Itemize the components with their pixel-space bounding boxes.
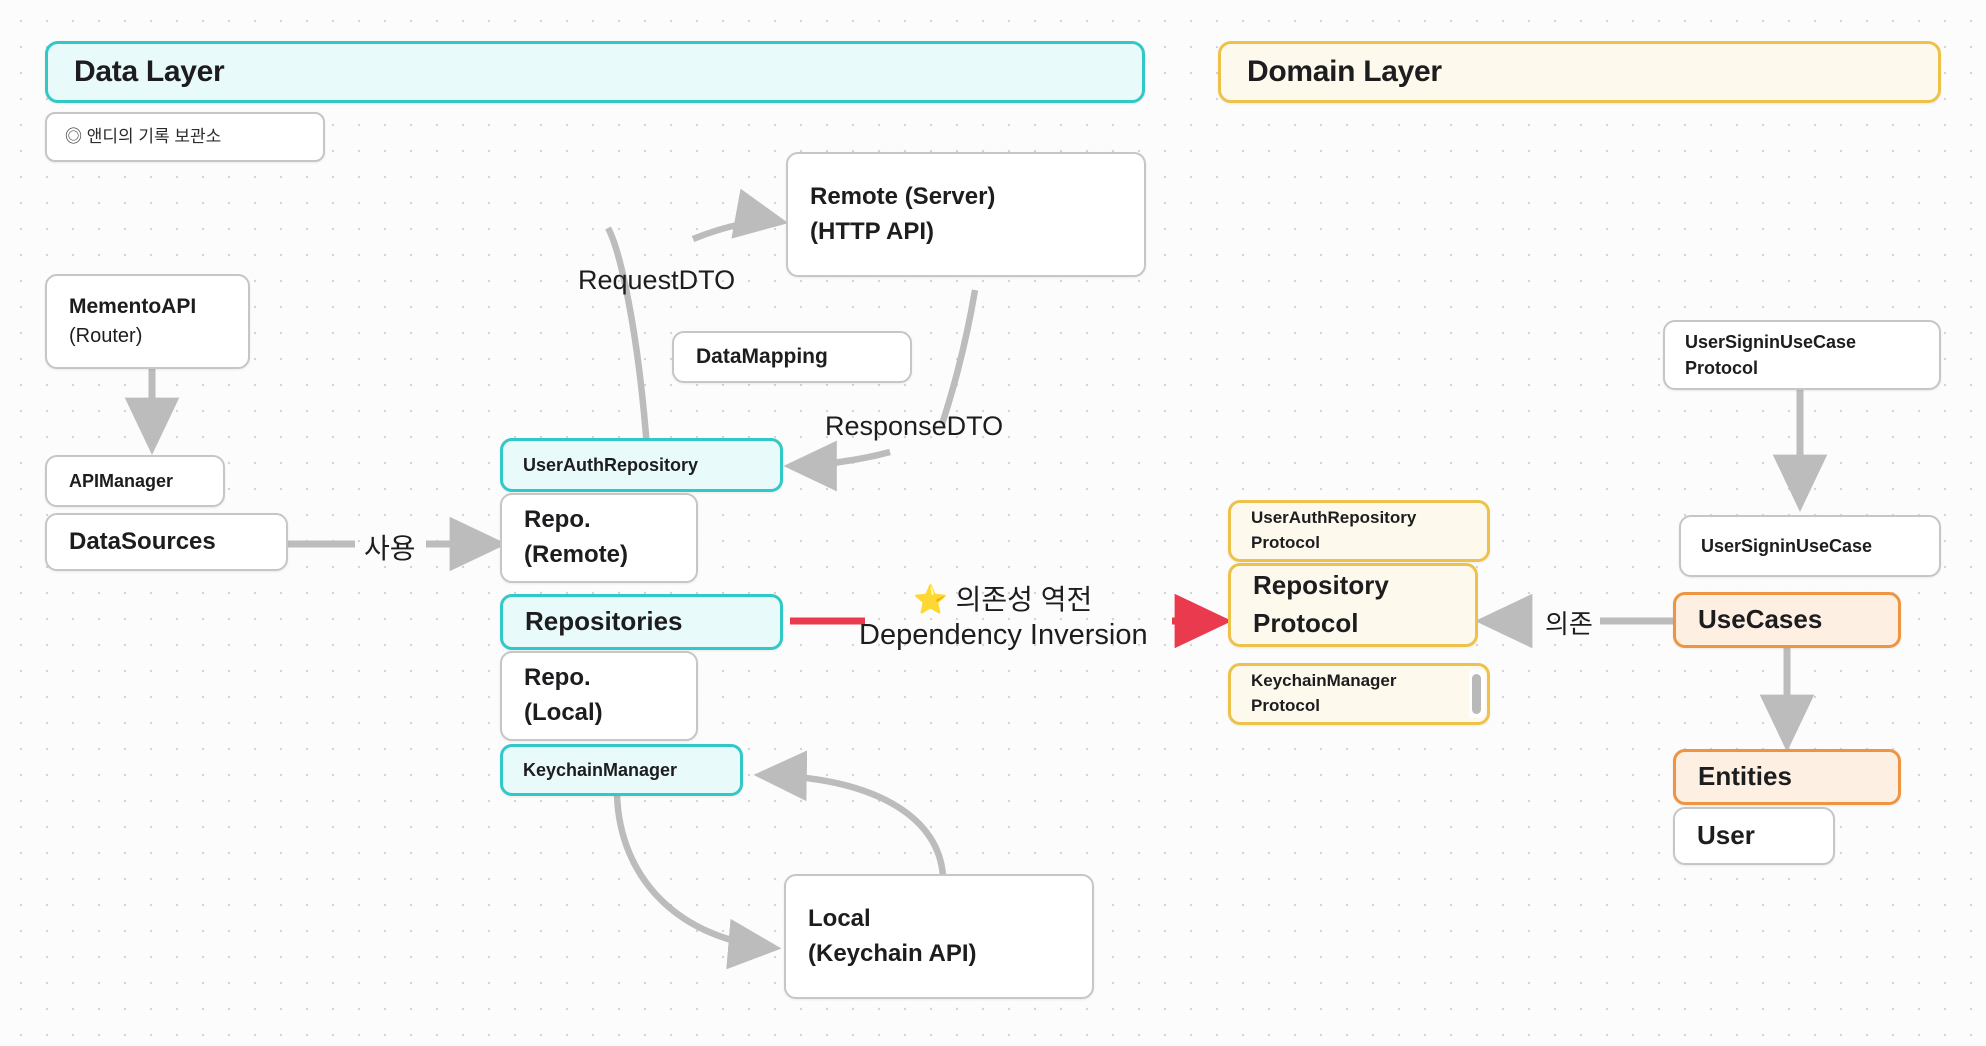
label-request-dto: RequestDTO	[578, 265, 736, 295]
node-data-mapping-line1: DataMapping	[696, 344, 828, 368]
node-user-signin-usecase-protocol-line1: UserSigninUseCase	[1685, 331, 1857, 352]
label-response-dto: ResponseDTO	[825, 411, 1004, 441]
node-user[interactable]: User	[1673, 807, 1835, 865]
edge-local-to-keychain	[753, 750, 947, 878]
node-use-cases[interactable]: UseCases	[1673, 592, 1901, 648]
node-data-sources-line1: DataSources	[69, 527, 216, 555]
layer-title-domain: Domain Layer	[1247, 55, 1442, 89]
node-keychain-manager[interactable]: KeychainManager	[500, 744, 743, 796]
node-remote-server-line2: (HTTP API)	[810, 217, 934, 245]
node-keychain-manager-line1: KeychainManager	[523, 759, 678, 780]
node-repositories[interactable]: Repositories	[500, 594, 783, 650]
node-user-auth-repository-protocol-line1: UserAuthRepository	[1251, 508, 1417, 528]
edge-request-dto-arrow	[691, 188, 789, 243]
node-data-sources[interactable]: DataSources	[45, 513, 288, 571]
label-dependency: 의존	[1545, 609, 1593, 639]
edge-keychain-to-local	[613, 794, 782, 970]
node-repo-remote-line2: (Remote)	[524, 541, 629, 568]
node-use-cases-line1: UseCases	[1698, 604, 1823, 635]
node-remote-server[interactable]: Remote (Server) (HTTP API)	[786, 152, 1146, 277]
node-user-auth-repository[interactable]: UserAuthRepository	[500, 438, 783, 492]
node-keychain-manager-protocol-line1: KeychainManager	[1251, 671, 1397, 691]
node-user-signin-usecase-protocol[interactable]: UserSigninUseCase Protocol	[1663, 320, 1941, 390]
node-repo-remote-line1: Repo.	[524, 506, 591, 534]
label-dependency-inversion-ko: ⭐ 의존성 역전	[913, 584, 1093, 615]
credit-box: ◎ 앤디의 기록 보관소	[45, 112, 325, 162]
label-usage: 사용	[364, 533, 416, 564]
node-data-mapping[interactable]: DataMapping	[672, 331, 912, 383]
node-local-keychain[interactable]: Local (Keychain API)	[784, 874, 1094, 999]
layer-title-data: Data Layer	[74, 55, 225, 89]
node-memento-api-line2: (Router)	[69, 325, 143, 348]
node-user-auth-repository-protocol-line2: Protocol	[1251, 533, 1320, 552]
node-api-manager[interactable]: APIManager	[45, 455, 225, 507]
layer-header-domain: Domain Layer	[1218, 41, 1941, 103]
node-repository-protocol[interactable]: Repository Protocol	[1228, 563, 1478, 647]
layer-header-data: Data Layer	[45, 41, 1145, 103]
node-memento-api-line1: MementoAPI	[69, 294, 197, 318]
node-user-line1: User	[1697, 820, 1755, 851]
node-entities-line1: Entities	[1698, 761, 1792, 792]
credit-label: ◎ 앤디의 기록 보관소	[65, 126, 222, 146]
node-remote-server-line1: Remote (Server)	[810, 182, 996, 210]
node-user-signin-usecase-line1: UserSigninUseCase	[1701, 535, 1873, 556]
node-user-signin-usecase-protocol-line2: Protocol	[1685, 358, 1759, 378]
node-user-signin-usecase[interactable]: UserSigninUseCase	[1679, 515, 1941, 577]
node-local-keychain-line1: Local	[808, 904, 871, 932]
node-user-auth-repository-line1: UserAuthRepository	[523, 454, 699, 475]
edge-request-dto	[605, 226, 651, 449]
node-memento-api[interactable]: MementoAPI (Router)	[45, 274, 250, 369]
node-repo-remote[interactable]: Repo. (Remote)	[500, 493, 698, 583]
node-entities[interactable]: Entities	[1673, 749, 1901, 805]
node-keychain-manager-protocol[interactable]: KeychainManager Protocol	[1228, 663, 1490, 725]
node-repository-protocol-line1: Repository	[1253, 570, 1389, 601]
edge-response-dto-arrow	[783, 440, 891, 492]
node-repo-local[interactable]: Repo. (Local)	[500, 651, 698, 741]
protocol-scrollbar[interactable]	[1469, 670, 1485, 718]
node-repo-local-line2: (Local)	[524, 699, 603, 726]
edge-response-dto	[938, 289, 979, 426]
diagram-canvas: Data Layer ◎ 앤디의 기록 보관소 Domain Layer Mem…	[0, 0, 1986, 1046]
node-user-auth-repository-protocol[interactable]: UserAuthRepository Protocol	[1228, 500, 1490, 562]
node-repository-protocol-line2: Protocol	[1253, 608, 1359, 638]
node-api-manager-line1: APIManager	[69, 470, 174, 491]
node-repo-local-line1: Repo.	[524, 664, 591, 692]
node-local-keychain-line2: (Keychain API)	[808, 939, 977, 967]
node-repositories-line1: Repositories	[525, 606, 683, 637]
label-dependency-inversion-en: Dependency Inversion	[859, 619, 1148, 651]
node-keychain-manager-protocol-line2: Protocol	[1251, 696, 1320, 715]
